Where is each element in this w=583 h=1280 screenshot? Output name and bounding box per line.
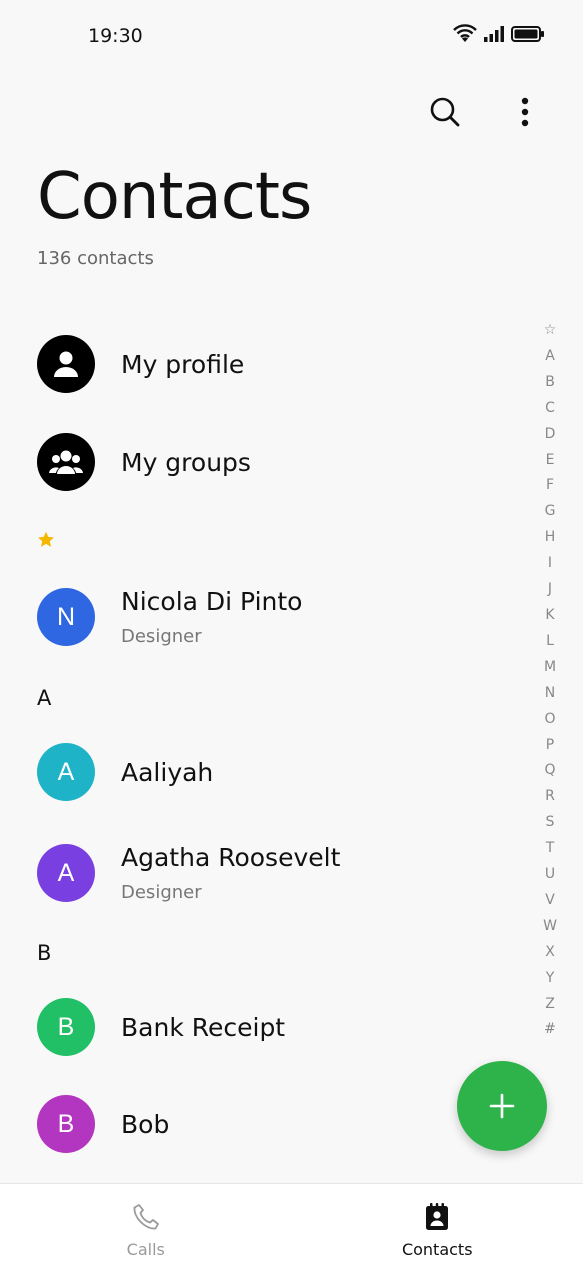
favorites-star-icon [38,531,54,547]
index-letter[interactable]: ☆ [544,318,557,344]
top-actions [425,92,545,132]
phone-icon [133,1204,159,1230]
more-vert-icon [521,97,529,127]
contact-avatar: A [37,743,95,801]
nav-contacts-label: Contacts [401,1240,473,1259]
index-letter[interactable]: L [546,629,554,655]
contact-avatar: B [37,1095,95,1153]
add-contact-button[interactable] [457,1061,547,1151]
my-profile-row[interactable]: My profile [37,335,244,393]
contact-name: Aaliyah [121,757,214,787]
index-letter[interactable]: R [545,784,555,810]
index-letter[interactable]: # [544,1017,556,1043]
battery-icon [511,26,544,42]
status-icons [453,24,545,44]
index-letter[interactable]: A [545,344,555,370]
index-letter[interactable]: J [548,577,552,603]
status-time: 19:30 [88,25,143,47]
contact-name: Bob [121,1109,170,1139]
index-letter[interactable]: Y [546,966,555,992]
contact-row[interactable]: A Agatha Roosevelt Designer [37,843,340,903]
groups-avatar [37,433,95,491]
my-groups-label: My groups [121,447,251,477]
index-letter[interactable]: U [545,862,555,888]
contact-subtitle: Designer [121,626,202,647]
nav-contacts[interactable]: Contacts [292,1184,583,1280]
contact-row[interactable]: A Aaliyah [37,743,213,801]
contact-name: Bank Receipt [121,1012,286,1042]
contact-count: 136 contacts [37,248,154,269]
index-letter[interactable]: H [545,525,556,551]
search-button[interactable] [425,92,465,132]
section-header-b: B [37,941,52,965]
index-letter[interactable]: G [545,499,556,525]
contact-avatar: B [37,998,95,1056]
index-letter[interactable]: K [545,603,554,629]
index-letter[interactable]: W [543,914,557,940]
profile-avatar [37,335,95,393]
person-icon [54,351,78,377]
search-icon [430,97,460,127]
index-letter[interactable]: F [546,473,554,499]
signal-icon [484,26,504,42]
contact-row[interactable]: B Bob [37,1095,169,1153]
contact-subtitle: Designer [121,882,202,903]
alphabet-index[interactable]: ☆ A B C D E F G H I J K L M N O P Q R S T U V W X Y Z # [543,318,557,1043]
index-letter[interactable]: V [545,888,555,914]
section-header-a: A [37,686,52,710]
page-title: Contacts [37,160,312,234]
contact-avatar: N [37,588,95,646]
contact-row[interactable]: N Nicola Di Pinto Designer [37,587,302,647]
index-letter[interactable]: I [548,551,552,577]
bottom-navigation: Calls Contacts [0,1183,583,1280]
index-letter[interactable]: E [546,448,555,474]
contact-avatar: A [37,844,95,902]
index-letter[interactable]: Z [545,992,555,1018]
plus-icon [489,1093,515,1119]
my-profile-label: My profile [121,349,245,379]
index-letter[interactable]: D [545,422,556,448]
nav-calls-label: Calls [126,1240,165,1259]
index-letter[interactable]: N [545,681,555,707]
index-letter[interactable]: X [545,940,555,966]
index-letter[interactable]: T [546,836,555,862]
more-options-button[interactable] [505,92,545,132]
status-bar: 19:30 [0,0,583,72]
nav-calls[interactable]: Calls [0,1184,292,1280]
contact-name: Nicola Di Pinto [121,587,303,616]
index-letter[interactable]: S [546,810,555,836]
index-letter[interactable]: C [545,396,555,422]
contact-row[interactable]: B Bank Receipt [37,998,285,1056]
contact-name: Agatha Roosevelt [121,843,341,872]
my-groups-row[interactable]: My groups [37,433,251,491]
contacts-book-icon [426,1203,449,1230]
index-letter[interactable]: M [544,655,556,681]
index-letter[interactable]: B [545,370,555,396]
wifi-icon [453,24,477,42]
index-letter[interactable]: O [544,707,555,733]
index-letter[interactable]: P [546,733,554,759]
index-letter[interactable]: Q [544,758,555,784]
group-icon [49,450,83,474]
